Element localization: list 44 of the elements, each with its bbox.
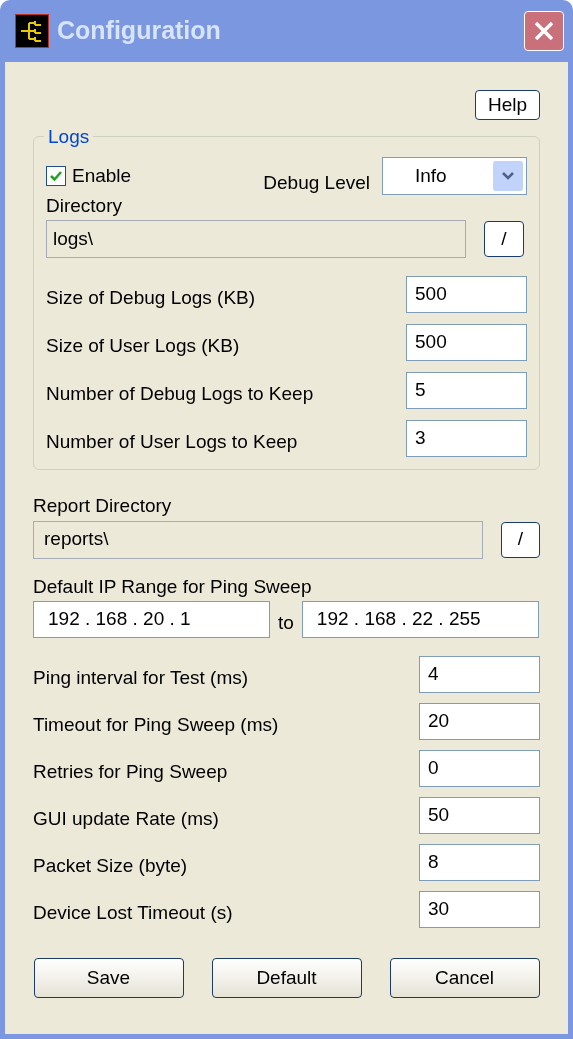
to-label: to [278,611,294,636]
ip-range-label: Default IP Range for Ping Sweep [33,574,313,599]
field-label: Device Lost Timeout (s) [33,901,234,926]
number-field[interactable]: 50 [419,797,540,834]
ip-address-field[interactable]: 192 . 168 . 22 . 255 [301,601,539,638]
number-field[interactable]: 0 [419,750,540,787]
browse-button[interactable]: / [484,221,524,257]
report-directory-field: reports\ [33,520,483,559]
app-icon [15,14,49,48]
field-label: Number of Debug Logs to Keep [46,382,315,407]
number-field[interactable]: 5 [406,372,527,409]
check-icon [49,169,63,184]
number-field[interactable]: 500 [406,324,527,361]
number-field[interactable]: 500 [406,276,527,313]
help-button[interactable]: Help [474,90,540,120]
field-label: Size of Debug Logs (KB) [46,286,257,311]
dialog-button[interactable]: Default [211,958,362,998]
directory-field: logs\ [46,220,466,258]
enable-label: Enable [72,164,132,188]
report-directory-label: Report Directory [33,494,173,518]
number-field[interactable]: 20 [419,703,540,740]
dialog-button[interactable]: Save [33,958,184,998]
field-label: Ping interval for Test (ms) [33,666,250,691]
field-label: Number of User Logs to Keep [46,430,299,455]
field-label: Timeout for Ping Sweep (ms) [33,713,280,738]
enable-checkbox[interactable] [46,166,66,187]
number-field[interactable]: 30 [419,891,540,928]
debug-level-label: Debug Level [263,171,370,195]
field-label: GUI update Rate (ms) [33,807,220,832]
debug-level-dropdown[interactable]: Info [382,157,527,196]
number-field[interactable]: 8 [419,844,540,881]
ip-address-field[interactable]: 192 . 168 . 20 . 1 [33,601,270,638]
directory-label: Directory [46,193,123,218]
field-label: Packet Size (byte) [33,854,189,879]
chevron-down-icon [501,171,515,182]
number-field[interactable]: 4 [419,656,540,693]
window-title: Configuration [57,15,221,47]
field-label: Retries for Ping Sweep [33,760,229,785]
browse-button[interactable]: / [500,521,540,558]
close-button[interactable] [524,11,564,51]
dialog-button[interactable]: Cancel [389,958,540,998]
number-field[interactable]: 3 [406,420,527,457]
field-label: Size of User Logs (KB) [46,334,241,359]
close-icon [533,20,555,42]
